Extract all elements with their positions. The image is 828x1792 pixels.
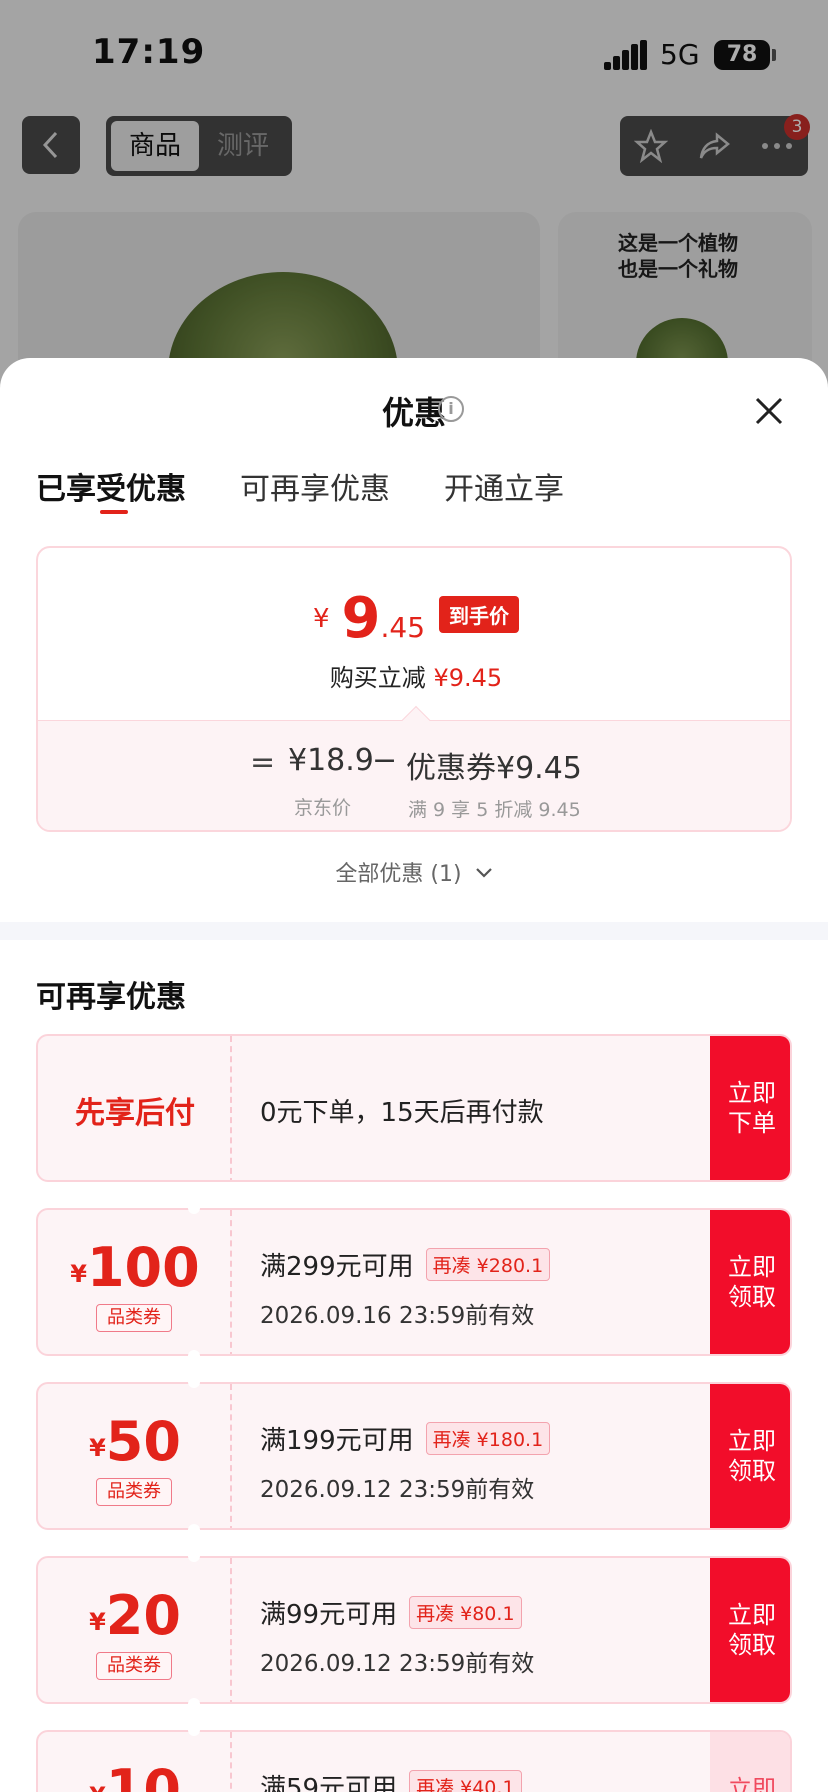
product-page-background: 17:19 5G 78 商品 测评 3 这是一个植物 也是一个礼物	[0, 0, 828, 412]
all-offers-label: 全部优惠 (1)	[335, 862, 462, 887]
coupon-rule: 满 9 享 5 折减 9.45	[408, 799, 581, 821]
coupon-deduction: 优惠券¥9.45	[406, 751, 582, 786]
coupon-value: ¥50 品类券	[38, 1384, 232, 1528]
gap-badge: 再凑 ¥180.1	[425, 1422, 551, 1455]
gap-badge: 再凑 ¥80.1	[409, 1596, 522, 1629]
coupon-validity: 2026.09.16 23:59前有效	[260, 1303, 535, 1329]
coupon-row: ¥20 品类券 满99元可用 再凑 ¥80.1 2026.09.12 23:59前…	[36, 1556, 792, 1704]
coupon-condition: 满199元可用 再凑 ¥180.1	[260, 1420, 551, 1457]
ticket-notch	[188, 1350, 200, 1362]
coupon-condition: 满59元可用 再凑 ¥40.1	[260, 1768, 522, 1792]
ticket-notch	[188, 1550, 200, 1562]
sheet-title: 优惠	[381, 394, 446, 432]
coupon-condition: 满99元可用 再凑 ¥80.1	[260, 1594, 522, 1631]
offer-tabs: 已享受优惠 可再享优惠 开通立享	[36, 464, 564, 524]
category-coupon-tag: 品类券	[96, 1304, 172, 1332]
category-coupon-tag: 品类券	[96, 1478, 172, 1506]
final-price: ¥9.45 到手价	[38, 586, 790, 651]
offers-sheet: 优惠 i 已享受优惠 可再享优惠 开通立享 ¥9.45 到手价 购买立减 ¥9.4…	[0, 358, 828, 1792]
coupon-amount: ¥100	[70, 1236, 200, 1299]
gap-badge: 再凑 ¥280.1	[425, 1248, 551, 1281]
order-now-button[interactable]: 立即 下单	[710, 1036, 790, 1180]
price-card: ¥9.45 到手价 购买立减 ¥9.45 = ¥18.9 − 优惠券¥9.45 京…	[36, 546, 792, 832]
claim-button[interactable]: 立即领取	[710, 1210, 790, 1354]
claim-button[interactable]: 立即	[710, 1732, 790, 1792]
original-price: ¥18.9	[288, 743, 374, 778]
currency-symbol: ¥	[312, 604, 330, 634]
ticket-notch	[188, 1724, 200, 1736]
coupon-details: 满199元可用 再凑 ¥180.1 2026.09.12 23:59前有效	[232, 1384, 706, 1528]
coupon-validity: 2026.09.12 23:59前有效	[260, 1477, 535, 1503]
price-decimal: .45	[380, 611, 426, 644]
minus-sign: −	[372, 743, 398, 778]
coupon-row: ¥100 品类券 满299元可用 再凑 ¥280.1 2026.09.16 23:…	[36, 1208, 792, 1356]
bnpl-left: 先享后付	[38, 1036, 232, 1180]
bnpl-label: 先享后付	[75, 1096, 195, 1131]
ticket-notch	[188, 1698, 200, 1710]
bnpl-middle: 0元下单，15天后再付款	[232, 1036, 706, 1180]
bnpl-row: 先享后付 0元下单，15天后再付款 立即 下单	[36, 1034, 792, 1182]
price-breakdown: = ¥18.9 − 优惠券¥9.45 京东价 满 9 享 5 折减 9.45	[38, 720, 790, 830]
close-icon[interactable]	[752, 394, 786, 428]
original-price-label: 京东价	[294, 797, 352, 819]
reduce-line: 购买立减 ¥9.45	[38, 658, 790, 693]
chevron-down-icon	[475, 868, 492, 878]
section-divider	[0, 922, 828, 940]
coupon-value: ¥20 品类券	[38, 1558, 232, 1702]
final-price-badge: 到手价	[439, 596, 520, 633]
claim-button[interactable]: 立即领取	[710, 1384, 790, 1528]
tab-enjoyed[interactable]: 已享受优惠	[36, 464, 186, 524]
gap-badge: 再凑 ¥40.1	[409, 1770, 522, 1792]
price-integer: 9	[341, 586, 381, 651]
coupon-row: ¥10 满59元可用再凑 ¥40.1 立即	[36, 1730, 792, 1792]
coupon-details: 满99元可用 再凑 ¥80.1 2026.09.12 23:59前有效	[232, 1558, 706, 1702]
active-tab-indicator	[100, 510, 128, 514]
tab-more-offers[interactable]: 可再享优惠	[240, 464, 390, 524]
coupon-value: ¥100 品类券	[38, 1210, 232, 1354]
coupon-amount: ¥10	[89, 1758, 181, 1792]
reduce-label: 购买立减	[329, 664, 426, 692]
claim-button[interactable]: 立即领取	[710, 1558, 790, 1702]
info-icon[interactable]: i	[438, 396, 464, 422]
coupon-details: 满59元可用 再凑 ¥40.1	[232, 1732, 706, 1792]
dim-overlay[interactable]	[0, 0, 828, 400]
coupon-amount: ¥50	[89, 1410, 181, 1473]
price-summary: ¥9.45 到手价 购买立减 ¥9.45	[38, 548, 790, 720]
section-title: 可再享优惠	[36, 980, 186, 1015]
equals-sign: =	[250, 745, 276, 780]
reduce-amount: ¥9.45	[433, 664, 503, 692]
coupon-validity: 2026.09.12 23:59前有效	[260, 1651, 535, 1677]
coupon-value: ¥10	[38, 1732, 232, 1792]
coupon-details: 满299元可用 再凑 ¥280.1 2026.09.16 23:59前有效	[232, 1210, 706, 1354]
coupon-condition: 满299元可用 再凑 ¥280.1	[260, 1246, 551, 1283]
category-coupon-tag: 品类券	[96, 1652, 172, 1680]
ticket-notch	[188, 1524, 200, 1536]
all-offers-toggle[interactable]: 全部优惠 (1)	[0, 856, 828, 888]
ticket-notch	[188, 1202, 200, 1214]
coupon-amount: ¥20	[89, 1584, 181, 1647]
ticket-notch	[188, 1376, 200, 1388]
bnpl-description: 0元下单，15天后再付款	[260, 1098, 544, 1128]
tab-activate[interactable]: 开通立享	[444, 464, 564, 524]
coupon-row: ¥50 品类券 满199元可用 再凑 ¥180.1 2026.09.12 23:5…	[36, 1382, 792, 1530]
